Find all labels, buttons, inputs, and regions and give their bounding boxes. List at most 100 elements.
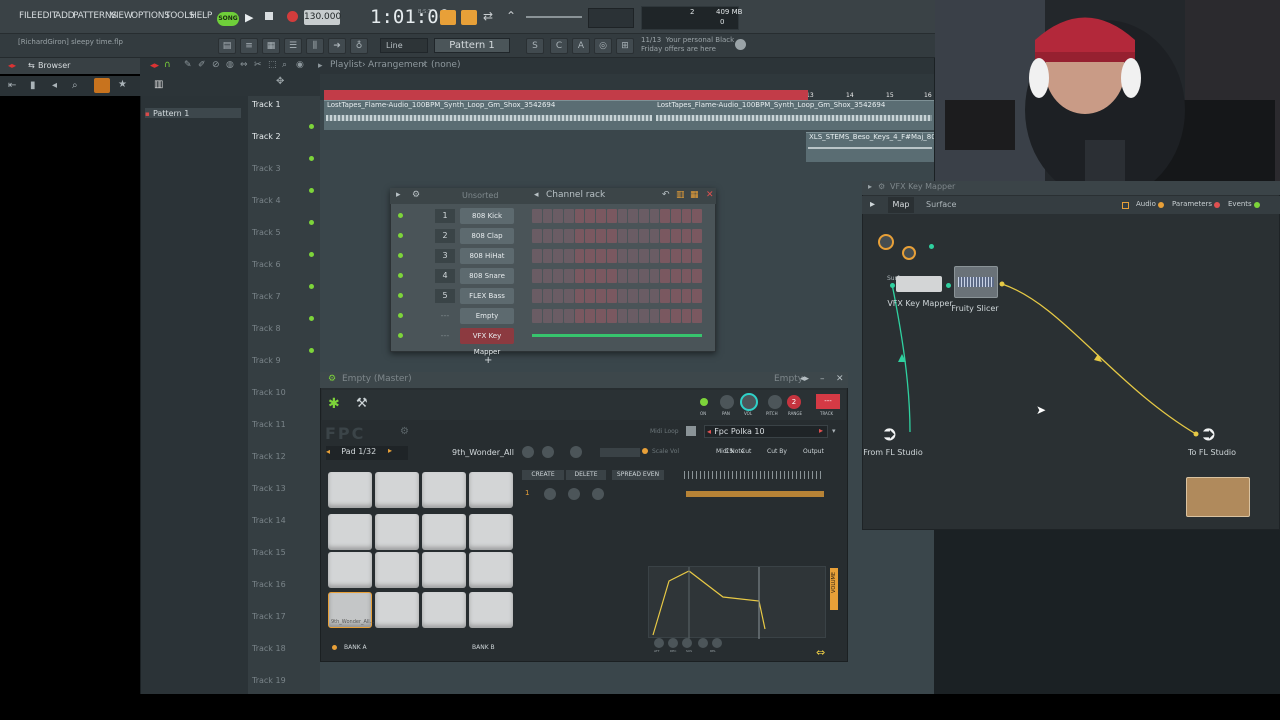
news-panel[interactable]: 11/13 Your personal Black Friday offers … [641,36,734,54]
drum-pad[interactable] [375,552,419,588]
track-label[interactable]: Track 3 [252,164,281,173]
channel-number[interactable]: --- [435,309,455,323]
tab-map[interactable]: Map [888,197,914,213]
channel-name[interactable]: FLEX Bass [460,288,514,304]
drum-pad[interactable] [422,592,466,628]
pan-knob[interactable] [720,395,734,409]
metronome-icon[interactable] [461,10,477,25]
events-tab[interactable]: Events [1228,200,1252,208]
add-channel-button[interactable]: + [484,355,492,366]
node-port[interactable] [929,244,934,249]
scale-led[interactable] [642,448,648,454]
from-fl-node-icon[interactable]: ➲ [881,421,905,445]
channel-rack-titlebar[interactable]: ▸ ⚙ Unsorted ◂ Channel rack ↶ ▥ ▦ ✕ [390,188,716,204]
fpc-close-icon[interactable]: ✕ [836,374,844,384]
env-knob[interactable] [682,638,692,648]
star-icon[interactable]: ★ [118,79,127,90]
track-mute-led[interactable] [309,188,314,193]
channel-number[interactable]: 1 [435,209,455,223]
channel-led[interactable] [398,213,403,218]
track-mute-led[interactable] [309,284,314,289]
env-knob[interactable] [654,638,664,648]
wheel-icon[interactable]: ◎ [594,38,612,54]
lock-icon[interactable]: ▮ [30,80,36,91]
env-knob[interactable] [668,638,678,648]
channel-row[interactable]: 3 808 HiHat [396,248,706,264]
menu-add[interactable]: ADD [55,11,75,21]
channel-name[interactable]: Empty [460,308,514,324]
drum-pad[interactable] [469,514,513,550]
track-label[interactable]: Track 11 [252,420,286,429]
fruity-slicer-node[interactable] [954,266,998,298]
envelope-editor[interactable] [648,566,826,639]
tab-surface[interactable]: Surface [926,200,956,209]
channel-led[interactable] [398,293,403,298]
kit-knob[interactable] [570,446,582,458]
channel-row[interactable]: 1 808 Kick [396,208,706,224]
menu-help[interactable]: HELP [190,11,212,21]
stop-button[interactable] [265,12,273,20]
playlist-toggle-icon[interactable]: ≡ [240,38,258,54]
velocity-layer-bar[interactable] [686,491,824,497]
play-button[interactable]: ▶ [245,11,253,24]
layer-knob[interactable] [544,488,556,500]
speaker-icon[interactable] [94,78,110,93]
select-tool-icon[interactable]: ⬚ [268,60,277,70]
delete-tool-icon[interactable]: ⊘ [212,60,220,70]
vfx-options-icon[interactable]: ⚙ [878,182,885,191]
drum-pad-selected[interactable]: 9th_Wonder_All... [328,592,374,628]
fpc-prev-icon[interactable]: ◂▸ [800,374,809,384]
preset-next-icon[interactable]: ▸ [819,426,823,435]
tempo-display[interactable]: 130.000 [304,10,341,25]
kit-knob[interactable] [522,446,534,458]
track-label[interactable]: Track 19 [252,676,286,685]
bank-a-button[interactable]: BANK A [344,644,367,651]
channel-rack-menu-arrow[interactable]: ◂ [534,190,539,200]
track-label[interactable]: Track 8 [252,324,281,333]
step-sequencer[interactable] [532,209,702,223]
zoom-tool-icon[interactable]: ⌕ [282,60,287,70]
audio-tab[interactable]: Audio [1136,200,1156,208]
track-mute-led[interactable] [309,348,314,353]
drum-pad[interactable] [328,472,372,508]
browser-pin-icon[interactable]: ⇆ [28,61,35,70]
drum-pad[interactable] [375,472,419,508]
track-label[interactable]: Track 5 [252,228,281,237]
audio-clip[interactable]: LostTapes_Flame-Audio_100BPM_Synth_Loop_… [324,100,654,130]
ctrl-key-icon[interactable]: C [550,38,568,54]
drum-pad[interactable] [469,472,513,508]
track-label[interactable]: Track 15 [252,548,286,557]
piano-roll-preview[interactable] [532,334,702,337]
volume-knob[interactable] [740,393,758,411]
plugin-options-icon[interactable]: ⚙ [328,374,336,384]
track-label[interactable]: Track 6 [252,260,281,269]
wrench-icon[interactable]: ⚒ [356,396,368,411]
spread-even-button[interactable]: SPREAD EVEN [612,470,664,480]
browser-arrows-icon[interactable]: ◂▸ [8,61,16,70]
draw-tool-icon[interactable]: ✎ [184,60,192,70]
track-label[interactable]: Track 16 [252,580,286,589]
channel-name[interactable]: 808 Snare [460,268,514,284]
surface-knob[interactable] [902,246,916,260]
pad-prev-icon[interactable]: ◂ [326,447,330,456]
channel-name[interactable]: 808 Kick [460,208,514,224]
env-knob[interactable] [698,638,708,648]
drum-pad[interactable] [375,592,419,628]
piano-icon[interactable]: ▥ [154,79,163,90]
track-label[interactable]: Track 18 [252,644,286,653]
graph-icon[interactable]: ▥ [676,190,685,200]
channel-number[interactable]: 3 [435,249,455,263]
channel-row[interactable]: 4 808 Snare [396,268,706,284]
audio-led[interactable] [1158,202,1164,208]
pattern-item[interactable]: ▪ Pattern 1 [145,108,241,118]
step-sequencer[interactable] [532,309,702,323]
menu-view[interactable]: VIEW [110,11,133,21]
surface-knob[interactable] [878,234,894,250]
playlist-menu-arrow[interactable]: ▸ [318,61,323,71]
track-mute-led[interactable] [309,220,314,225]
shift-key-icon[interactable]: S [526,38,544,54]
steps-icon[interactable]: ▦ [690,190,699,200]
channel-name[interactable]: 808 Clap [460,228,514,244]
menu-file[interactable]: FILE [19,11,37,21]
fpc-titlebar[interactable]: ⚙ Empty (Master) Empty ◂▸ – ✕ [320,372,848,388]
